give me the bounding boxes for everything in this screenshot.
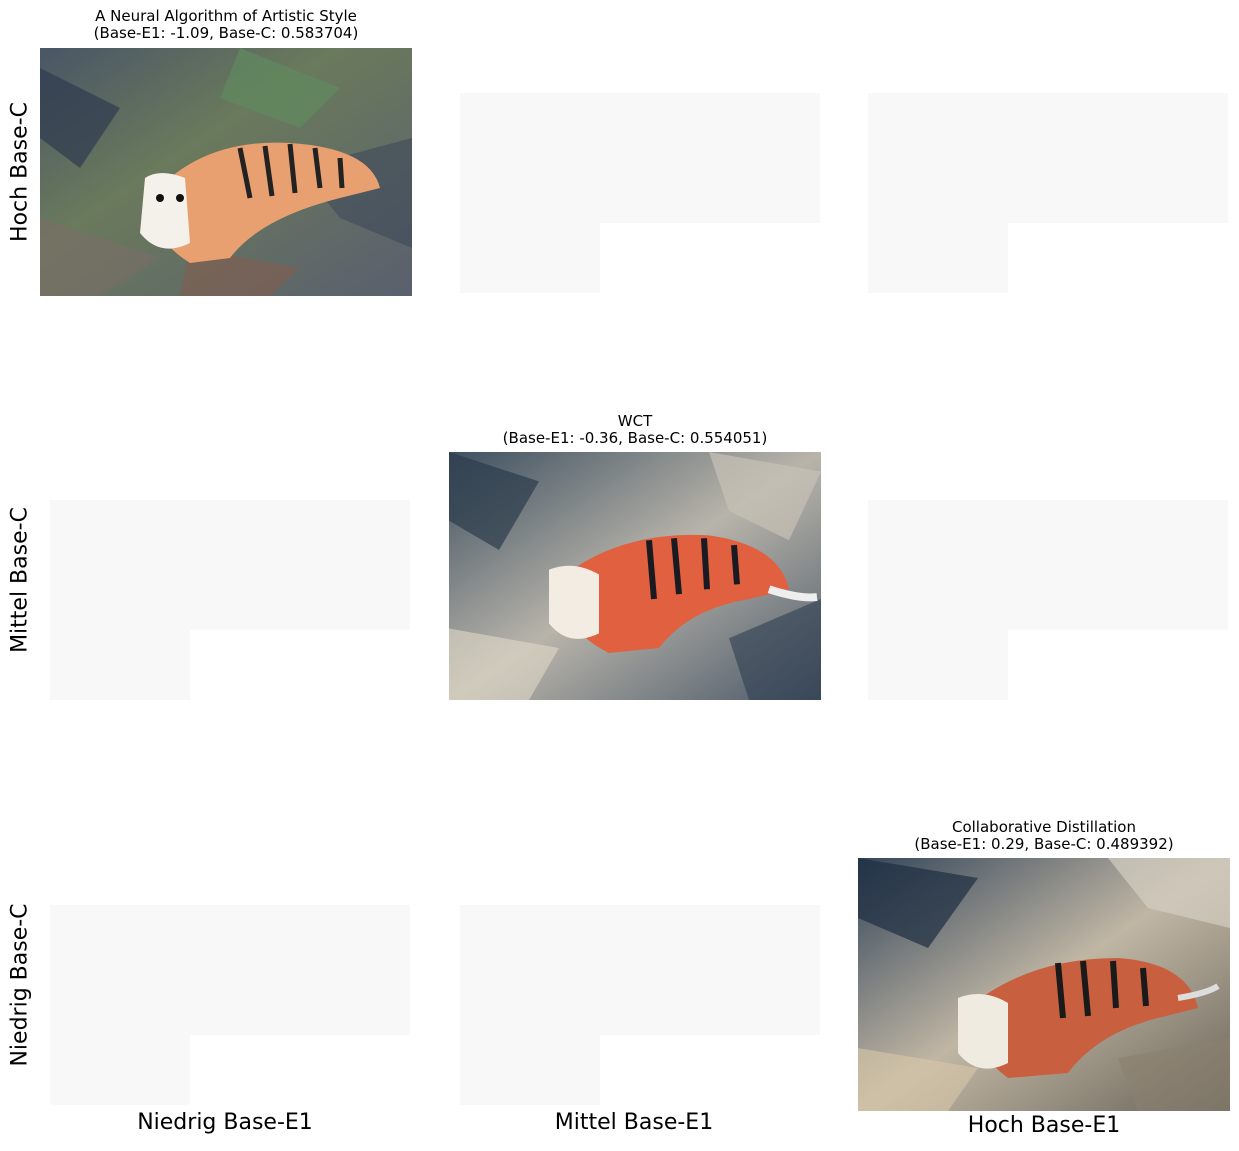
cell-subtitle-text: (Base-E1: -1.09, Base-C: 0.583704) <box>93 24 359 42</box>
cell-title-text: A Neural Algorithm of Artistic Style <box>95 7 357 25</box>
cell-title-text: WCT <box>617 412 653 430</box>
stylized-tiger-image-collab <box>858 858 1230 1111</box>
stylized-tiger-image-neural <box>40 48 412 296</box>
blank-cell-1-3 <box>858 48 1230 296</box>
cell-title-text: Collaborative Distillation <box>951 818 1136 836</box>
stylized-tiger-image-wct <box>449 452 821 700</box>
cell-title-collab: Collaborative Distillation (Base-E1: 0.2… <box>914 819 1173 853</box>
cell-subtitle-text: (Base-E1: -0.36, Base-C: 0.554051) <box>502 429 768 447</box>
row-label-hoch: Hoch Base-C <box>7 102 33 242</box>
blank-cell-1-2 <box>450 48 822 296</box>
blank-cell-2-1 <box>40 455 412 703</box>
col-label-hoch: Hoch Base-E1 <box>967 1113 1121 1138</box>
col-label-niedrig: Niedrig Base-E1 <box>137 1110 313 1135</box>
row-label-niedrig: Niedrig Base-C <box>7 903 33 1067</box>
blank-cell-2-3 <box>858 455 1230 703</box>
blank-cell-3-2 <box>450 860 822 1108</box>
cell-subtitle-text: (Base-E1: 0.29, Base-C: 0.489392) <box>914 835 1174 853</box>
col-label-mittel: Mittel Base-E1 <box>554 1110 714 1135</box>
cell-title-neural: A Neural Algorithm of Artistic Style (Ba… <box>94 8 359 42</box>
row-label-mittel: Mittel Base-C <box>7 507 33 653</box>
cell-title-wct: WCT (Base-E1: -0.36, Base-C: 0.554051) <box>503 413 768 447</box>
blank-cell-3-1 <box>40 860 412 1108</box>
